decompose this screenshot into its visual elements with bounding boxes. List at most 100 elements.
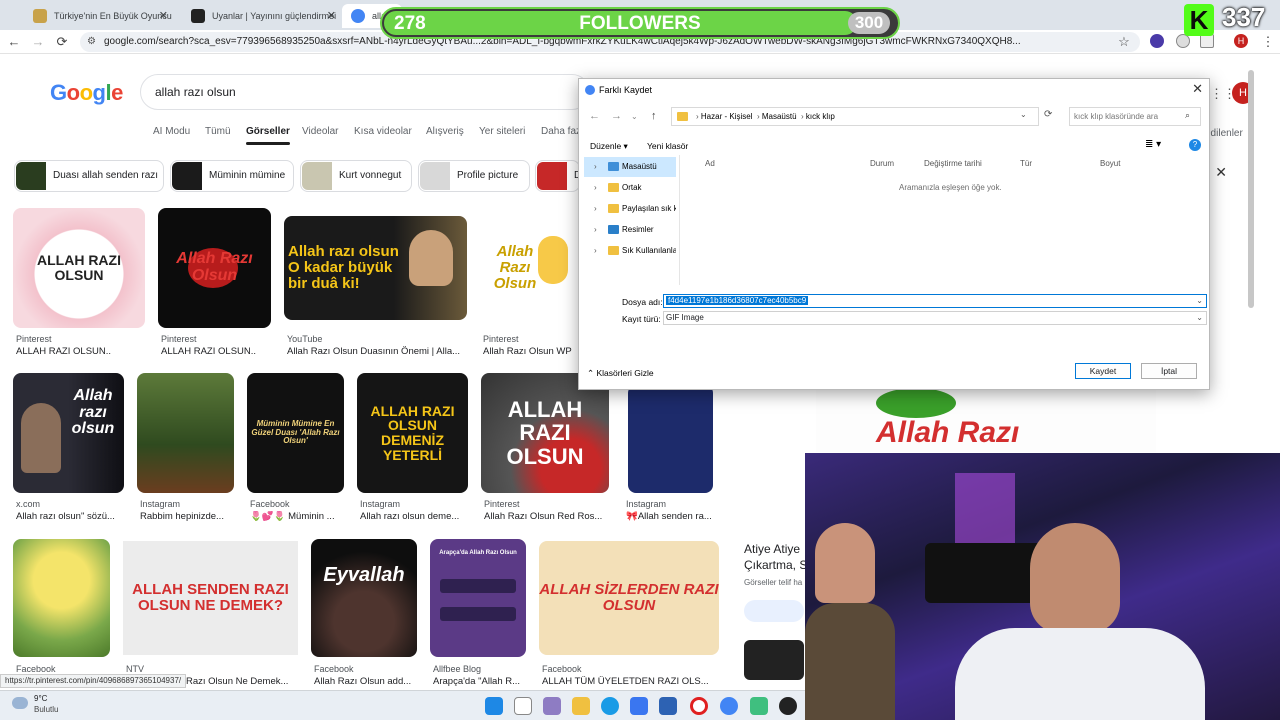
column-name[interactable]: Ad <box>705 159 715 168</box>
refresh-icon[interactable]: ⟳ <box>1044 109 1052 120</box>
windows-start-icon[interactable] <box>485 697 503 715</box>
scrollbar[interactable] <box>1248 70 1254 308</box>
back-icon[interactable]: ← <box>589 110 600 122</box>
profile-avatar[interactable]: H <box>1234 34 1248 48</box>
filename-input[interactable]: f4d4e1197e1b186d36807c7ec40b5bc9 ⌄ <box>663 294 1207 308</box>
settings-app-icon[interactable] <box>659 697 677 715</box>
tree-item-desktop[interactable]: › Masaüstü <box>584 157 676 177</box>
view-options-icon[interactable]: ≣ ▾ <box>1145 139 1161 150</box>
close-panel-icon[interactable]: ✕ <box>1215 164 1227 181</box>
result-title[interactable]: Allah razı olsun" sözü... <box>16 511 126 522</box>
tree-item-favorites[interactable]: › Sık Kullanılanla <box>584 241 676 261</box>
result-title[interactable]: Allah Razı Olsun add... <box>314 676 419 687</box>
image-result[interactable] <box>137 373 234 493</box>
related-thumb[interactable] <box>744 640 804 680</box>
chevron-down-icon[interactable]: ⌄ <box>631 112 638 121</box>
store-icon[interactable] <box>630 697 648 715</box>
result-title[interactable]: ALLAH RAZI OLSUN.. <box>161 346 273 357</box>
tab-2[interactable]: Uyanlar | Yayınını güçlendirmei ✕ <box>182 4 342 28</box>
image-result[interactable]: Müminin Mümine En Güzel Duası 'Allah Raz… <box>247 373 344 493</box>
tab-sites[interactable]: Yer siteleri <box>479 126 525 137</box>
tab-all[interactable]: Tümü <box>205 126 231 137</box>
column-modified[interactable]: Değiştirme tarihi <box>924 159 982 168</box>
opera-icon[interactable] <box>690 697 708 715</box>
tab-images[interactable]: Görseller <box>246 126 290 145</box>
reload-icon[interactable]: ⟳ <box>52 32 72 52</box>
breadcrumb-item[interactable]: Masaüstü <box>762 112 797 121</box>
bookmark-star-icon[interactable]: ☆ <box>1114 32 1134 52</box>
file-explorer-icon[interactable] <box>572 697 590 715</box>
save-button[interactable]: Kaydet <box>1075 363 1131 379</box>
google-logo[interactable]: Google <box>50 80 123 106</box>
result-title[interactable]: ALLAH TÜM ÜYELETDEN RAZI OLS... <box>542 676 722 687</box>
image-result[interactable] <box>13 539 110 657</box>
panel-title[interactable]: Atiye Atiye <box>744 542 800 556</box>
copilot-icon[interactable] <box>543 697 561 715</box>
chevron-down-icon[interactable]: ⌄ <box>1020 110 1027 119</box>
close-tab-icon[interactable]: ✕ <box>159 4 168 28</box>
up-folder-icon[interactable]: ↑ <box>651 110 657 122</box>
tab-short-videos[interactable]: Kısa videolar <box>354 126 412 137</box>
image-result[interactable]: ALLAH SİZLERDEN RAZI OLSUN <box>539 541 719 655</box>
result-title[interactable]: Rabbim hepinizde... <box>140 511 235 522</box>
result-title[interactable]: 🌷💕🌷 Müminin ... <box>250 511 345 522</box>
result-title[interactable]: Allah Razı Olsun Duasının Önemi | Alla..… <box>287 346 467 357</box>
tree-item-public[interactable]: › Ortak <box>584 178 676 198</box>
image-result[interactable]: Allah Razı Olsun <box>480 208 578 328</box>
breadcrumb-item[interactable]: kıck klıp <box>806 112 835 121</box>
result-title[interactable]: 🎀Allah senden ra... <box>626 511 721 522</box>
new-folder-button[interactable]: Yeni klasör <box>647 141 688 151</box>
search-icon[interactable] <box>514 697 532 715</box>
image-result[interactable]: ALLAH SENDEN RAZI OLSUN NE DEMEK? <box>123 541 298 655</box>
result-title[interactable]: Allah Razı Olsun WP <box>483 346 578 357</box>
related-chip[interactable]: Müminin mümine <box>170 160 294 192</box>
image-result[interactable]: Allah razı olsun O kadar büyük bir duâ k… <box>284 216 467 320</box>
result-title[interactable]: ALLAH RAZI OLSUN.. <box>16 346 146 357</box>
weather-temp[interactable]: 9°C <box>34 694 47 703</box>
breadcrumb-item[interactable]: Hazar - Kişisel <box>701 112 753 121</box>
result-title[interactable]: Razı Olsun Ne Demek... <box>186 676 298 687</box>
folder-search-input[interactable]: kıck klıp klasöründe ara <box>1069 107 1201 126</box>
forward-icon[interactable]: → <box>28 32 48 52</box>
obs-icon[interactable] <box>779 697 797 715</box>
column-size[interactable]: Boyut <box>1100 159 1120 168</box>
filetype-select[interactable]: GIF Image ⌄ <box>663 311 1207 325</box>
image-result[interactable]: ALLAH RAZI OLSUN <box>481 373 609 493</box>
image-result[interactable]: Allah Razı Olsun <box>158 208 271 328</box>
tab-1[interactable]: Türkiye'nin En Büyük Oyuncu D ✕ <box>24 4 174 28</box>
result-title[interactable]: Allah Razı Olsun Red Ros... <box>484 511 609 522</box>
help-icon[interactable]: ? <box>1189 139 1201 151</box>
extension-icon[interactable] <box>1150 34 1164 48</box>
image-result[interactable]: Arapça'da Allah Razı Olsun <box>430 539 526 657</box>
related-chip[interactable]: Profile picture <box>418 160 530 192</box>
tab-ai-mode[interactable]: AI Modu <box>153 126 190 137</box>
related-chip[interactable]: Duası allah senden razı <box>14 160 164 192</box>
close-icon[interactable]: ✕ <box>1192 81 1203 97</box>
column-type[interactable]: Tür <box>1020 159 1032 168</box>
result-title[interactable]: Allah razı olsun deme... <box>360 511 470 522</box>
tab-more[interactable]: Daha faz <box>541 126 581 137</box>
image-result[interactable] <box>628 385 713 493</box>
hide-folders-toggle[interactable]: ⌃ Klasörleri Gizle <box>587 368 654 379</box>
tab-videos[interactable]: Videolar <box>302 126 339 137</box>
close-tab-icon[interactable]: ✕ <box>327 4 336 28</box>
site-info-icon[interactable]: ⚙ <box>87 32 96 52</box>
extensions-puzzle-icon[interactable] <box>1200 34 1214 48</box>
menu-kebab-icon[interactable]: ⋮ <box>1258 32 1278 52</box>
edge-icon[interactable] <box>601 697 619 715</box>
app-icon[interactable] <box>750 697 768 715</box>
back-icon[interactable]: ← <box>4 32 24 52</box>
image-result[interactable]: Eyvallah <box>311 539 417 657</box>
search-input[interactable]: allah razı olsun <box>140 74 590 110</box>
result-title[interactable]: Arapça'da "Allah R... <box>433 676 528 687</box>
extension-icon[interactable] <box>1176 34 1190 48</box>
related-chip[interactable]: D <box>535 160 580 192</box>
tab-shopping[interactable]: Alışveriş <box>426 126 464 137</box>
saved-link[interactable]: edilenler <box>1205 128 1243 139</box>
visit-button[interactable] <box>744 600 804 622</box>
tree-item-shared[interactable]: › Paylaşılan sık k <box>584 199 676 219</box>
image-result[interactable]: Allah razı olsun <box>13 373 124 493</box>
image-result[interactable]: ALLAH RAZI OLSUN DEMENİZ YETERLİ <box>357 373 468 493</box>
tree-item-pictures[interactable]: › Resimler <box>584 220 676 240</box>
forward-icon[interactable]: → <box>611 110 622 122</box>
